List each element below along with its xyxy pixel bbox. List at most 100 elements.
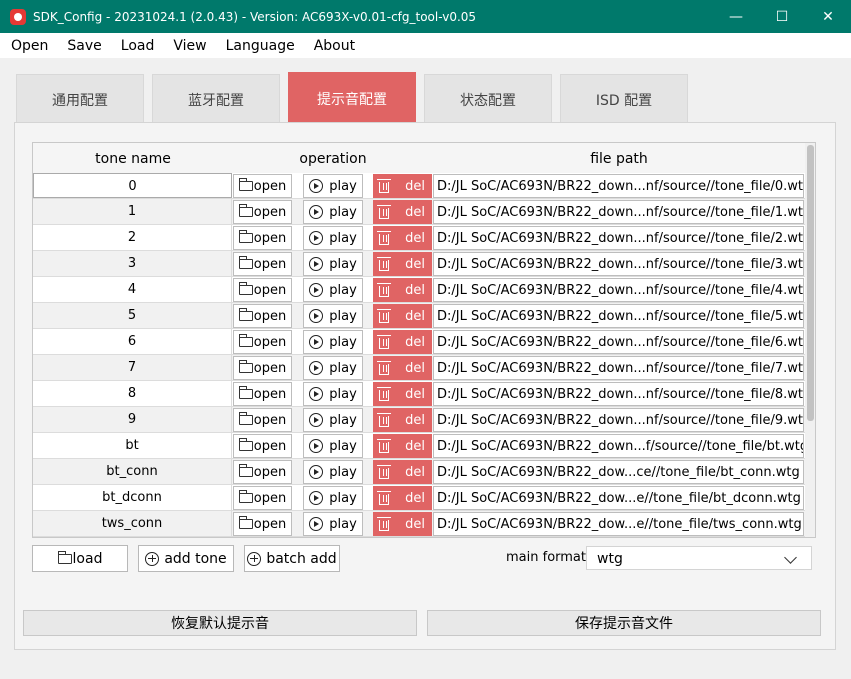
delete-button[interactable]: del xyxy=(373,278,432,302)
play-button[interactable]: play xyxy=(303,200,363,224)
tone-name-cell[interactable]: 5 xyxy=(33,303,232,328)
tone-name-cell[interactable]: bt_conn xyxy=(33,459,232,484)
open-file-button[interactable]: open xyxy=(233,252,292,276)
load-button[interactable]: load xyxy=(32,545,128,572)
delete-button[interactable]: del xyxy=(373,304,432,328)
del-label: del xyxy=(405,204,425,220)
open-label: open xyxy=(253,516,287,532)
menu-about[interactable]: About xyxy=(303,38,363,54)
play-label: play xyxy=(329,308,357,324)
open-file-button[interactable]: open xyxy=(233,382,292,406)
menu-load[interactable]: Load xyxy=(110,38,163,54)
add-tone-button[interactable]: add tone xyxy=(138,545,234,572)
delete-button[interactable]: del xyxy=(373,486,432,510)
minimize-button[interactable]: — xyxy=(713,0,759,33)
delete-button[interactable]: del xyxy=(373,356,432,380)
open-file-button[interactable]: open xyxy=(233,174,292,198)
menu-open[interactable]: Open xyxy=(0,38,56,54)
file-path-field[interactable]: D:/JL SoC/AC693N/BR22_down...nf/source//… xyxy=(433,226,804,250)
open-file-button[interactable]: open xyxy=(233,486,292,510)
open-file-button[interactable]: open xyxy=(233,408,292,432)
play-button[interactable]: play xyxy=(303,434,363,458)
file-path-field[interactable]: D:/JL SoC/AC693N/BR22_dow...ce//tone_fil… xyxy=(433,460,804,484)
file-path-field[interactable]: D:/JL SoC/AC693N/BR22_down...nf/source//… xyxy=(433,356,804,380)
main-format-value: wtg xyxy=(597,551,623,567)
tone-name-cell[interactable]: 8 xyxy=(33,381,232,406)
play-button[interactable]: play xyxy=(303,174,363,198)
close-button[interactable]: ✕ xyxy=(805,0,851,33)
play-button[interactable]: play xyxy=(303,226,363,250)
delete-button[interactable]: del xyxy=(373,434,432,458)
delete-button[interactable]: del xyxy=(373,226,432,250)
delete-button[interactable]: del xyxy=(373,460,432,484)
file-path-field[interactable]: D:/JL SoC/AC693N/BR22_dow...e//tone_file… xyxy=(433,512,804,536)
delete-button[interactable]: del xyxy=(373,382,432,406)
tab-bluetooth-config[interactable]: 蓝牙配置 xyxy=(152,74,280,124)
file-path-field[interactable]: D:/JL SoC/AC693N/BR22_down...nf/source//… xyxy=(433,382,804,406)
tone-name-cell[interactable]: 0 xyxy=(33,173,232,198)
play-button[interactable]: play xyxy=(303,512,363,536)
file-path-field[interactable]: D:/JL SoC/AC693N/BR22_dow...e//tone_file… xyxy=(433,486,804,510)
file-path-field[interactable]: D:/JL SoC/AC693N/BR22_down...nf/source//… xyxy=(433,200,804,224)
tone-name-cell[interactable]: 6 xyxy=(33,329,232,354)
tone-name-cell[interactable]: 4 xyxy=(33,277,232,302)
menu-language[interactable]: Language xyxy=(215,38,303,54)
tone-name-cell[interactable]: 3 xyxy=(33,251,232,276)
file-path-field[interactable]: D:/JL SoC/AC693N/BR22_down...nf/source//… xyxy=(433,278,804,302)
play-button[interactable]: play xyxy=(303,278,363,302)
delete-button[interactable]: del xyxy=(373,512,432,536)
play-button[interactable]: play xyxy=(303,304,363,328)
tab-general-config[interactable]: 通用配置 xyxy=(16,74,144,124)
menu-save[interactable]: Save xyxy=(56,38,109,54)
open-file-button[interactable]: open xyxy=(233,226,292,250)
batch-add-button[interactable]: batch add xyxy=(244,545,340,572)
delete-button[interactable]: del xyxy=(373,330,432,354)
file-path-field[interactable]: D:/JL SoC/AC693N/BR22_down...nf/source//… xyxy=(433,174,804,198)
tone-name-cell[interactable]: 1 xyxy=(33,199,232,224)
open-file-button[interactable]: open xyxy=(233,330,292,354)
header-tone-name: tone name xyxy=(95,151,171,167)
table-scrollbar[interactable] xyxy=(805,143,815,537)
file-path-field[interactable]: D:/JL SoC/AC693N/BR22_down...f/source//t… xyxy=(433,434,804,458)
scrollbar-thumb[interactable] xyxy=(807,145,814,421)
tone-name-cell[interactable]: bt xyxy=(33,433,232,458)
table-header: tone name operation file path xyxy=(33,143,805,173)
menu-view[interactable]: View xyxy=(162,38,214,54)
tab-tone-config[interactable]: 提示音配置 xyxy=(288,72,416,124)
play-button[interactable]: play xyxy=(303,356,363,380)
restore-default-tones-button[interactable]: 恢复默认提示音 xyxy=(23,610,417,636)
file-path-field[interactable]: D:/JL SoC/AC693N/BR22_down...nf/source//… xyxy=(433,330,804,354)
open-file-button[interactable]: open xyxy=(233,200,292,224)
open-file-button[interactable]: open xyxy=(233,460,292,484)
batch-add-label: batch add xyxy=(266,550,337,567)
play-button[interactable]: play xyxy=(303,252,363,276)
delete-button[interactable]: del xyxy=(373,408,432,432)
play-button[interactable]: play xyxy=(303,382,363,406)
open-file-button[interactable]: open xyxy=(233,304,292,328)
tab-isd-config[interactable]: ISD 配置 xyxy=(560,74,688,124)
file-path-field[interactable]: D:/JL SoC/AC693N/BR22_down...nf/source//… xyxy=(433,252,804,276)
tone-name-cell[interactable]: tws_conn xyxy=(33,511,232,536)
tone-name-cell[interactable]: bt_dconn xyxy=(33,485,232,510)
play-button[interactable]: play xyxy=(303,330,363,354)
open-file-button[interactable]: open xyxy=(233,278,292,302)
tone-name-cell[interactable]: 2 xyxy=(33,225,232,250)
open-label: open xyxy=(253,412,287,428)
delete-button[interactable]: del xyxy=(373,174,432,198)
play-button[interactable]: play xyxy=(303,408,363,432)
open-file-button[interactable]: open xyxy=(233,512,292,536)
maximize-button[interactable]: ☐ xyxy=(759,0,805,33)
open-file-button[interactable]: open xyxy=(233,356,292,380)
delete-button[interactable]: del xyxy=(373,252,432,276)
save-tone-file-button[interactable]: 保存提示音文件 xyxy=(427,610,821,636)
file-path-field[interactable]: D:/JL SoC/AC693N/BR22_down...nf/source//… xyxy=(433,304,804,328)
delete-button[interactable]: del xyxy=(373,200,432,224)
tab-status-config[interactable]: 状态配置 xyxy=(424,74,552,124)
main-format-select[interactable]: wtg xyxy=(586,546,812,570)
tone-name-cell[interactable]: 9 xyxy=(33,407,232,432)
tone-name-cell[interactable]: 7 xyxy=(33,355,232,380)
open-file-button[interactable]: open xyxy=(233,434,292,458)
file-path-field[interactable]: D:/JL SoC/AC693N/BR22_down...nf/source//… xyxy=(433,408,804,432)
play-button[interactable]: play xyxy=(303,460,363,484)
play-button[interactable]: play xyxy=(303,486,363,510)
